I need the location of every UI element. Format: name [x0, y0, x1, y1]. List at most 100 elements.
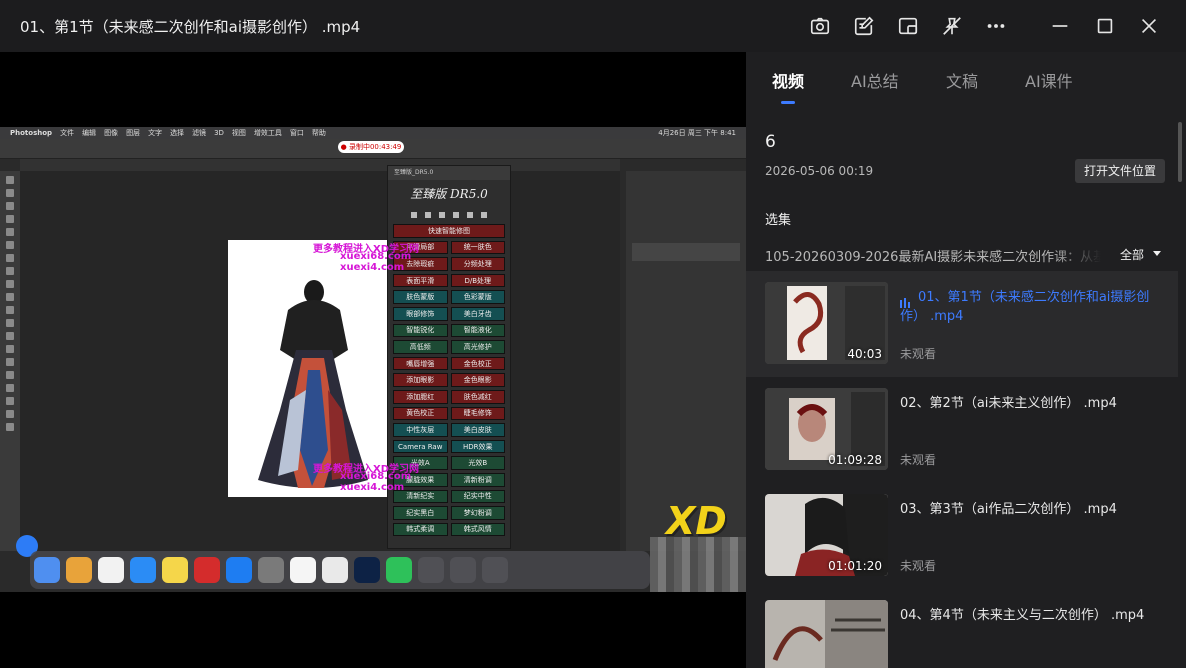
finder-icon[interactable]: [34, 557, 60, 583]
plugin-action-button[interactable]: 表面平滑: [393, 273, 448, 288]
xd-overlay-logo: XD: [666, 499, 727, 543]
quark-icon[interactable]: [322, 557, 348, 583]
plugin-action-button[interactable]: 添加眼影: [393, 373, 448, 387]
episode-title: 03、第3节（ai作品二次创作） .mp4: [900, 502, 1117, 517]
tab-transcript[interactable]: 文稿: [946, 68, 978, 92]
tab-video[interactable]: 视频: [772, 68, 804, 92]
close-button[interactable]: [1134, 11, 1164, 41]
plugin-action-button[interactable]: 纪实中性: [450, 489, 505, 504]
plugin-action-button[interactable]: Camera Raw: [393, 439, 448, 454]
watermark: xuexi68.com: [340, 471, 412, 482]
settings-icon[interactable]: [481, 212, 487, 218]
wechat-icon[interactable]: [386, 557, 412, 583]
minimize-button[interactable]: [1045, 11, 1075, 41]
mac-menu-bar: Photoshop 文件 编辑 图像 图层 文字 选择 滤镜 3D 视图 增效工…: [0, 127, 746, 139]
plugin-action-button[interactable]: 梦幻粉调: [450, 506, 505, 520]
episode-item[interactable]: 40:03 01、第1节（未来感二次创作和ai摄影创作） .mp4 未观看: [746, 271, 1178, 377]
picture-in-picture-button[interactable]: [893, 11, 923, 41]
episode-status: 未观看: [900, 453, 937, 467]
plugin-action-button[interactable]: 智能液化: [450, 323, 505, 338]
ps-toolbar: [0, 171, 20, 551]
plugin-action-button[interactable]: 韩式柔调: [393, 522, 448, 537]
plugin-action-button[interactable]: HDR效果: [450, 439, 505, 454]
plugin-action-button[interactable]: D/B处理: [450, 273, 505, 288]
open-folder-button[interactable]: 打开文件位置: [1075, 159, 1165, 183]
plugin-action-button[interactable]: 添加腮红: [393, 389, 448, 404]
tab-ai-courseware[interactable]: AI课件: [1025, 68, 1073, 92]
panel-tabs: 视频 AI总结 文稿 AI课件: [746, 52, 1186, 107]
wps-icon[interactable]: [290, 557, 316, 583]
launchpad-icon[interactable]: [66, 557, 92, 583]
camera-icon: [810, 17, 830, 35]
tab-ai-summary[interactable]: AI总结: [851, 68, 899, 92]
ps-layers-panel: [626, 171, 746, 551]
watermark: xuexi4.com: [340, 482, 405, 493]
plugin-action-button[interactable]: 清新粉调: [450, 472, 505, 487]
plugin-action-button[interactable]: 快速智能修图: [393, 224, 505, 238]
maximize-button[interactable]: [1090, 11, 1120, 41]
side-panel: 视频 AI总结 文稿 AI课件 6 2026-05-06 00:19 打开文件位…: [746, 52, 1186, 668]
video-player[interactable]: Photoshop 文件 编辑 图像 图层 文字 选择 滤镜 3D 视图 增效工…: [0, 52, 746, 668]
menu-layer: 图层: [126, 129, 141, 137]
maximize-icon: [1097, 18, 1113, 34]
plugin-action-button[interactable]: 色彩蒙版: [450, 290, 505, 304]
screenshot-button[interactable]: [805, 11, 835, 41]
video-frame[interactable]: Photoshop 文件 编辑 图像 图层 文字 选择 滤镜 3D 视图 增效工…: [0, 127, 746, 592]
layer-row[interactable]: [632, 243, 740, 261]
plugin-action-button[interactable]: 光效B: [450, 456, 505, 470]
pen-icon[interactable]: [425, 212, 431, 218]
plugin-action-button[interactable]: 美白皮肤: [450, 423, 505, 437]
episode-duration: 01:09:28: [828, 453, 882, 467]
episode-item[interactable]: 01:01:20 03、第3节（ai作品二次创作） .mp4 未观看: [746, 483, 1178, 589]
dock-window-thumb[interactable]: [450, 557, 476, 583]
plugin-action-button[interactable]: 高低频: [393, 340, 448, 354]
plugin-action-button[interactable]: 高光修护: [450, 340, 505, 354]
dock-window-thumb[interactable]: [482, 557, 508, 583]
app-store-icon[interactable]: [226, 557, 252, 583]
netease-music-icon[interactable]: [194, 557, 220, 583]
notes-app-icon[interactable]: [162, 557, 188, 583]
plugin-action-button[interactable]: 智能锐化: [393, 323, 448, 338]
filter-dropdown[interactable]: 全部: [1120, 246, 1144, 263]
menu-type: 文字: [148, 129, 163, 137]
plugin-action-button[interactable]: 纪实黑白: [393, 506, 448, 520]
plugin-action-button[interactable]: 眼部修饰: [393, 306, 448, 321]
dock-window-thumb[interactable]: [418, 557, 444, 583]
episode-thumbnail: 40:03: [765, 282, 888, 364]
episode-item[interactable]: 04、第4节（未来主义与二次创作） .mp4: [746, 589, 1178, 668]
plugin-action-button[interactable]: 韩式风情: [450, 522, 505, 537]
menu-3d: 3D: [214, 129, 224, 137]
mac-clock: 4月26日 周三 下午 8:41: [658, 129, 736, 137]
plugin-action-button[interactable]: 金色校正: [450, 356, 505, 371]
brush-icon[interactable]: [411, 212, 417, 218]
plugin-action-button[interactable]: 黄色校正: [393, 406, 448, 421]
plugin-action-button[interactable]: 肤色蒙版: [393, 290, 448, 304]
more-button[interactable]: [981, 11, 1011, 41]
safari-icon[interactable]: [130, 557, 156, 583]
plugin-action-button[interactable]: 中性灰层: [393, 423, 448, 437]
pin-off-button[interactable]: [937, 11, 967, 41]
video-name: 6: [765, 132, 776, 152]
plugin-action-button[interactable]: 肤色减红: [450, 389, 505, 404]
system-settings-icon[interactable]: [258, 557, 284, 583]
plugin-action-button[interactable]: 分频处理: [450, 257, 505, 271]
panel-scrollbar[interactable]: [1178, 122, 1182, 182]
rect-icon[interactable]: [453, 212, 459, 218]
photos-icon[interactable]: [98, 557, 124, 583]
collection-row: 105-20260309-2026最新AI摄影未来感二次创作课：从基础到进阶 全…: [765, 246, 1165, 266]
user-icon[interactable]: [467, 212, 473, 218]
plugin-action-button[interactable]: 美白牙齿: [450, 306, 505, 321]
photoshop-icon[interactable]: [354, 557, 380, 583]
plugin-action-button[interactable]: 金色眼影: [450, 373, 505, 387]
plugin-action-button[interactable]: 睫毛修饰: [450, 406, 505, 421]
episode-item[interactable]: 01:09:28 02、第2节（ai未来主义创作） .mp4 未观看: [746, 377, 1178, 483]
plugin-action-button[interactable]: 嘴唇增强: [393, 356, 448, 371]
menu-help: 帮助: [311, 129, 326, 137]
collection-heading: 选集: [765, 213, 792, 228]
title-bar: 01、第1节（未来感二次创作和ai摄影创作） .mp4: [0, 0, 1186, 52]
eraser-icon[interactable]: [439, 212, 445, 218]
notes-button[interactable]: [849, 11, 879, 41]
figure-artwork: [258, 280, 368, 488]
plugin-action-button[interactable]: 统一肤色: [450, 240, 505, 255]
chevron-down-icon[interactable]: [1153, 251, 1161, 256]
